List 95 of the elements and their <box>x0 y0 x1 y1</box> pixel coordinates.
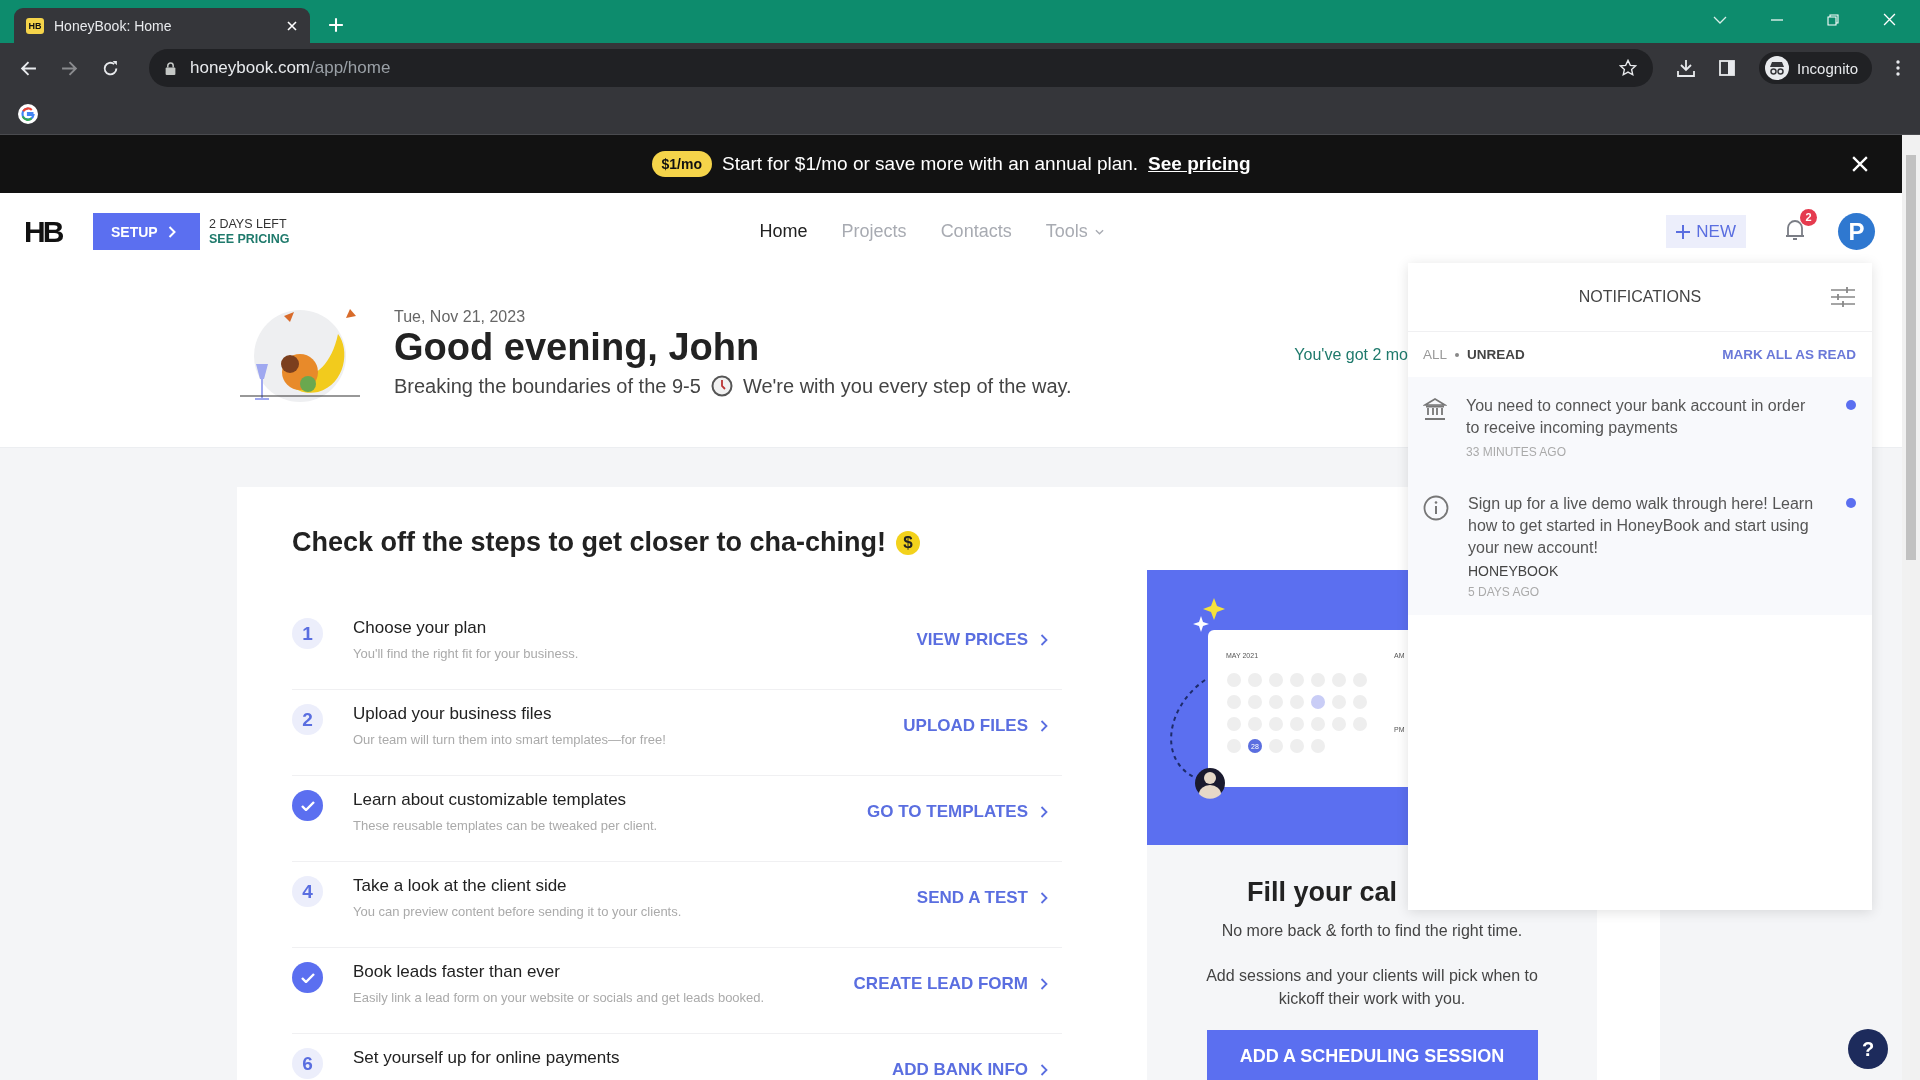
sparkle-icon <box>1193 616 1209 632</box>
favicon: HB <box>26 17 44 34</box>
forward-arrow-icon[interactable] <box>61 59 78 77</box>
step-title: Book leads faster than ever <box>353 962 561 982</box>
logo[interactable]: HB <box>24 214 69 249</box>
step-description: Easily link a lead form on your website or socials and get leads booked. <box>353 990 765 1005</box>
step-action-link[interactable]: VIEW PRICES <box>916 630 1062 650</box>
step-number: 1 <box>292 618 323 649</box>
plus-icon <box>1676 224 1691 239</box>
address-bar[interactable]: honeybook.com/app/home <box>149 49 1654 87</box>
date-text: Tue, Nov 21, 2023 <box>394 307 527 326</box>
star-icon[interactable] <box>1619 59 1638 77</box>
side-note-text: You've got 2 mo <box>1294 345 1408 364</box>
tagline-text: Breaking the boundaries of the 9-5 <box>394 374 701 398</box>
step-description: These reusable templates can be tweaked per client. <box>353 818 658 833</box>
close-icon[interactable] <box>286 19 298 32</box>
step-title: Upload your business files <box>353 704 553 724</box>
notification-time: 5 DAYS AGO <box>1468 585 1541 599</box>
browser-tab[interactable]: HB HoneyBook: Home <box>14 8 310 43</box>
restore-icon[interactable] <box>1827 13 1839 26</box>
info-icon <box>1423 495 1449 521</box>
notification-text: Sign up for a live demo walk through here! Learn how to get started in HoneyBook and start using your new account! <box>1468 494 1815 558</box>
nav-link[interactable]: Tools <box>1045 221 1104 242</box>
tab-title: HoneyBook: Home <box>54 17 173 34</box>
banner-message: Start for $1/mo or save more with an annual plan. <box>721 153 1139 175</box>
step-title: Choose your plan <box>353 618 488 638</box>
see-pricing-link[interactable]: See pricing <box>1148 153 1251 175</box>
notification-badge: 2 <box>1800 208 1817 226</box>
download-icon[interactable] <box>1677 59 1696 77</box>
lock-icon <box>165 61 176 75</box>
url-host: honeybook.com <box>190 58 311 77</box>
mark-all-read-link[interactable]: MARK ALL AS READ <box>1722 347 1856 362</box>
filter-tab[interactable]: UNREAD <box>1467 347 1525 362</box>
step-action-link[interactable]: UPLOAD FILES <box>903 716 1062 736</box>
promo-text: No more back & forth to find the right time. <box>1221 922 1523 940</box>
caret-icon <box>1094 228 1104 235</box>
see-pricing-link[interactable]: SEE PRICING <box>209 231 290 247</box>
price-badge: $1/mo <box>651 151 712 177</box>
step-action-link[interactable]: SEND A TEST <box>916 888 1062 908</box>
nav-link[interactable]: Home <box>759 221 808 242</box>
bank-icon <box>1423 397 1447 421</box>
trial-days-left: 2 DAYS LEFT <box>209 216 288 232</box>
notification-sender: HONEYBOOK <box>1468 563 1560 579</box>
step-title: Learn about customizable templates <box>353 790 628 810</box>
panel-title: NOTIFICATIONS <box>1578 288 1702 306</box>
chevron-right-icon <box>1040 806 1048 818</box>
notification-time: 33 MINUTES AGO <box>1466 445 1568 459</box>
step-description: You can preview content before sending it to your clients. <box>353 904 682 919</box>
side-panel-icon[interactable] <box>1719 60 1736 76</box>
nav-link[interactable]: Projects <box>841 221 907 242</box>
incognito-icon <box>1765 56 1790 80</box>
step-title: Set yourself up for online payments <box>353 1048 620 1068</box>
tagline-text: We're with you every step of the way. <box>742 374 1072 398</box>
step-action-link[interactable]: CREATE LEAD FORM <box>853 974 1062 994</box>
chevron-right-icon <box>1040 634 1048 646</box>
reload-icon[interactable] <box>102 59 119 77</box>
plus-icon[interactable] <box>328 17 344 33</box>
steps-title: Check off the steps to get closer to cha-ching! <box>292 527 887 558</box>
step-number: 2 <box>292 704 323 735</box>
notification-text: You need to connect your bank account in order to receive incoming payments <box>1466 396 1807 438</box>
promo-title: Fill your cal <box>1247 877 1398 908</box>
coin-icon: $ <box>896 530 921 555</box>
chevron-right-icon <box>1040 720 1048 732</box>
clock-icon <box>710 375 733 397</box>
bell-icon[interactable] <box>1784 217 1806 242</box>
url-path: /app/home <box>310 58 391 77</box>
promo-text: Add sessions and your clients will pick when to kickoff their work with you. <box>1205 966 1539 1009</box>
settings-sliders-icon[interactable] <box>1831 286 1855 308</box>
step-action-link[interactable]: GO TO TEMPLATES <box>867 802 1062 822</box>
step-number: 4 <box>292 876 323 907</box>
sparkle-icon <box>1203 598 1225 620</box>
step-action-link[interactable]: ADD BANK INFO <box>892 1060 1062 1080</box>
menu-icon[interactable] <box>1896 60 1900 76</box>
new-button[interactable]: NEW <box>1666 215 1746 248</box>
chevron-right-icon <box>1040 1064 1048 1076</box>
google-icon[interactable] <box>18 103 38 124</box>
user-avatar[interactable]: P <box>1838 213 1875 250</box>
step-number: 6 <box>292 1048 323 1079</box>
filter-tab[interactable]: ALL <box>1423 347 1448 362</box>
add-session-button[interactable]: ADD A SCHEDULING SESSION <box>1206 1030 1538 1080</box>
nav-link[interactable]: Contacts <box>940 221 1012 242</box>
greeting-title: Good evening, John <box>394 325 761 369</box>
chevron-right-icon <box>1040 892 1048 904</box>
profile-button[interactable]: Incognito <box>1759 52 1872 84</box>
chevron-right-icon <box>167 225 176 238</box>
scrollbar[interactable] <box>1902 135 1920 1080</box>
step-description: You'll find the right fit for your business. <box>353 646 579 661</box>
close-icon[interactable] <box>1852 156 1868 172</box>
chevron-right-icon <box>1040 978 1048 990</box>
step-description: Our team will turn them into smart templates—for free! <box>353 732 666 747</box>
step-title: Take a look at the client side <box>353 876 568 896</box>
person-avatar-icon <box>1195 768 1225 799</box>
setup-button[interactable]: SETUP <box>93 213 200 250</box>
chevron-down-icon[interactable] <box>1713 15 1727 24</box>
back-arrow-icon[interactable] <box>20 59 37 77</box>
